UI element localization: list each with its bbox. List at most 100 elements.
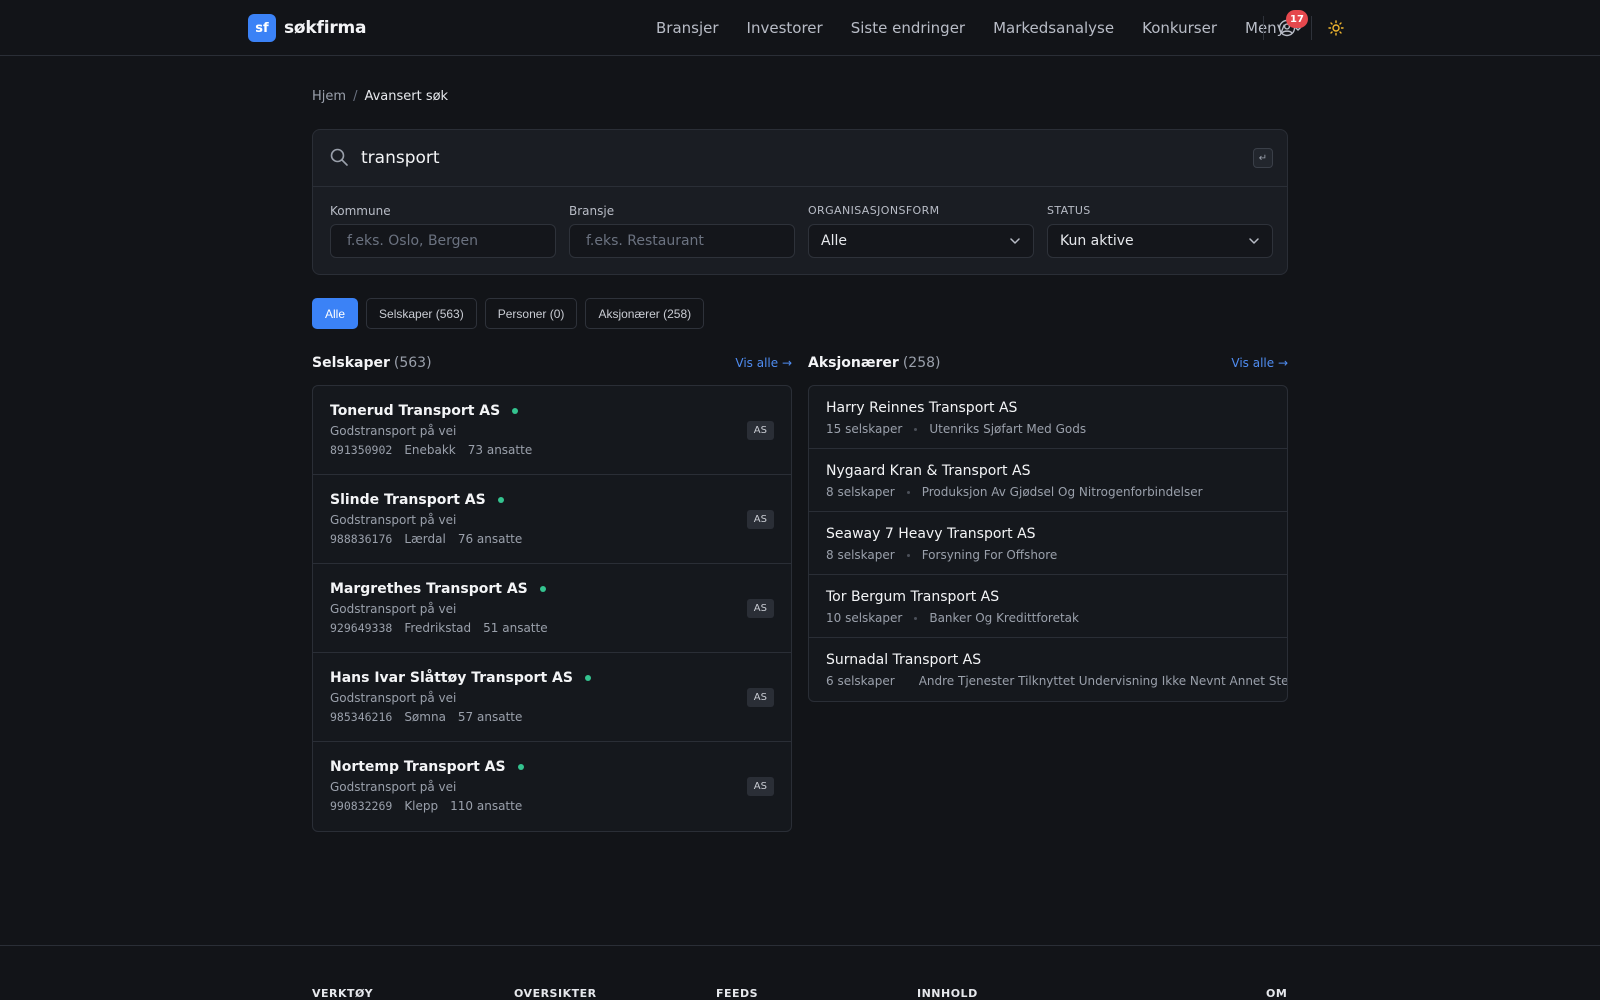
active-status-dot (517, 764, 524, 770)
search-icon (330, 148, 348, 166)
enter-key-hint[interactable]: ↵ (1253, 148, 1273, 168)
search-input[interactable] (361, 144, 1221, 172)
nav-bransjer[interactable]: Bransjer (656, 19, 719, 37)
shareholder-name: Tor Bergum Transport AS (826, 589, 1000, 605)
shareholder-meta: 15 selskaper Utenriks Sjøfart Med Gods (826, 422, 1270, 436)
shareholder-row[interactable]: Tor Bergum Transport AS 10 selskaper Bank… (809, 575, 1287, 638)
footer-heading-feeds: FEEDS (716, 987, 759, 1000)
shareholder-industry: Forsyning For Offshore (921, 548, 1058, 562)
result-tabs: Alle Selskaper (563) Personer (0) Aksjon… (312, 298, 712, 329)
company-type-tag: AS (746, 510, 774, 529)
shareholder-row[interactable]: Harry Reinnes Transport AS 15 selskaper U… (809, 386, 1287, 449)
status-select-value: Kun aktive (1060, 233, 1134, 249)
theme-toggle-button[interactable] (1324, 16, 1348, 40)
company-industry: Godstransport på vei (330, 513, 457, 527)
shareholders-section-header: Aksjonærer (258) Vis alle → (808, 353, 1288, 373)
company-type-tag: AS (746, 599, 774, 618)
company-municipality: Lærdal (404, 532, 446, 546)
filter-kommune: Kommune (330, 204, 556, 258)
active-status-dot (539, 586, 546, 592)
meta-separator-dot (906, 490, 910, 494)
nav-siste-endringer[interactable]: Siste endringer (851, 19, 965, 37)
chevron-down-icon (1010, 238, 1020, 244)
companies-section-title: Selskaper (563) (312, 355, 432, 371)
nav-konkurser[interactable]: Konkurser (1142, 19, 1217, 37)
shareholder-name: Surnadal Transport AS (826, 652, 982, 668)
company-row[interactable]: Tonerud Transport AS Godstransport på ve… (313, 386, 791, 475)
shareholder-meta: 10 selskaper Banker Og Kredittforetak (826, 611, 1270, 625)
nav-divider (1311, 16, 1312, 40)
shareholder-name: Nygaard Kran & Transport AS (826, 463, 1031, 479)
shareholder-row[interactable]: Seaway 7 Heavy Transport AS 8 selskaper F… (809, 512, 1287, 575)
company-name: Margrethes Transport AS (330, 581, 528, 597)
footer: VERKTØY OVERSIKTER FEEDS INNHOLD OM (0, 945, 1600, 1000)
orgform-select[interactable]: Alle (808, 224, 1034, 258)
filter-orgform-label: ORGANISASJONSFORM (808, 204, 940, 217)
tab-aksjonaerer[interactable]: Aksjonærer (258) (585, 298, 705, 329)
shareholder-meta: 8 selskaper Forsyning For Offshore (826, 548, 1270, 562)
company-row[interactable]: Nortemp Transport AS Godstransport på ve… (313, 742, 791, 831)
filter-orgform: ORGANISASJONSFORM Alle (808, 204, 1034, 258)
active-status-dot (497, 497, 504, 503)
company-employees: 76 ansatte (457, 532, 523, 546)
company-row[interactable]: Hans Ivar Slåttøy Transport AS Godstrans… (313, 653, 791, 742)
nav-investorer[interactable]: Investorer (747, 19, 823, 37)
tab-selskaper[interactable]: Selskaper (563) (366, 298, 477, 329)
bransje-input[interactable] (569, 224, 795, 258)
shareholder-industry: Banker Og Kredittforetak (929, 611, 1079, 625)
shareholder-industry: Utenriks Sjøfart Med Gods (929, 422, 1087, 436)
companies-list: Tonerud Transport AS Godstransport på ve… (312, 385, 792, 832)
kommune-input[interactable] (330, 224, 556, 258)
shareholders-title: Aksjonærer (808, 355, 899, 371)
company-name: Hans Ivar Slåttøy Transport AS (330, 670, 573, 686)
company-orgnr: 988836176 (330, 532, 393, 546)
shareholder-name: Seaway 7 Heavy Transport AS (826, 526, 1036, 542)
shareholders-view-all-link[interactable]: Vis alle → (1231, 356, 1288, 370)
shareholder-company-count: 15 selskaper (826, 422, 903, 436)
company-name: Nortemp Transport AS (330, 759, 506, 775)
footer-heading-verktoy: VERKTØY (312, 987, 374, 1000)
active-status-dot (584, 675, 591, 681)
shareholder-meta: 8 selskaper Produksjon Av Gjødsel Og Nitr… (826, 485, 1270, 499)
logo-mark: sf (248, 14, 276, 42)
shareholder-meta: 6 selskaper Andre Tjenester Tilknyttet Un… (826, 674, 1287, 688)
breadcrumb-separator: / (353, 89, 358, 104)
company-meta: 990832269 Klepp 110 ansatte (330, 799, 774, 814)
company-orgnr: 990832269 (330, 799, 393, 813)
company-type-tag: AS (746, 777, 774, 796)
shareholder-company-count: 8 selskaper (826, 485, 895, 499)
search-panel: ↵ Kommune Bransje ORGANISASJONSFORM Alle… (312, 129, 1288, 275)
shareholder-row[interactable]: Nygaard Kran & Transport AS 8 selskaper P… (809, 449, 1287, 512)
company-municipality: Fredrikstad (404, 621, 472, 635)
filter-bransje-label: Bransje (569, 204, 615, 218)
company-municipality: Sømna (404, 710, 446, 724)
companies-section-header: Selskaper (563) Vis alle → (312, 353, 792, 373)
company-row[interactable]: Slinde Transport AS Godstransport på vei… (313, 475, 791, 564)
company-orgnr: 929649338 (330, 621, 393, 635)
breadcrumb-current: Avansert søk (364, 89, 449, 104)
companies-view-all-link[interactable]: Vis alle → (735, 356, 792, 370)
company-employees: 73 ansatte (467, 443, 533, 457)
meta-separator-dot (914, 616, 918, 620)
company-row[interactable]: Margrethes Transport AS Godstransport på… (313, 564, 791, 653)
status-select[interactable]: Kun aktive (1047, 224, 1273, 258)
company-type-tag: AS (746, 421, 774, 440)
brand-name: søkfirma (284, 18, 367, 38)
shareholders-list: Harry Reinnes Transport AS 15 selskaper U… (808, 385, 1288, 702)
shareholder-company-count: 6 selskaper (826, 674, 895, 688)
breadcrumb: Hjem / Avansert søk (312, 89, 448, 104)
filter-bransje: Bransje (569, 204, 795, 258)
brand-logo-link[interactable]: sf søkfirma (248, 14, 366, 42)
tab-personer[interactable]: Personer (0) (484, 298, 578, 329)
footer-heading-innhold: INNHOLD (917, 987, 978, 1000)
breadcrumb-home[interactable]: Hjem (312, 89, 346, 104)
company-orgnr: 891350902 (330, 443, 393, 457)
top-navigation-bar: sf søkfirma Bransjer Investorer Siste en… (0, 0, 1600, 56)
shareholder-company-count: 10 selskaper (826, 611, 903, 625)
nav-markedsanalyse[interactable]: Markedsanalyse (993, 19, 1114, 37)
tab-alle[interactable]: Alle (312, 298, 359, 329)
company-industry: Godstransport på vei (330, 780, 457, 794)
company-municipality: Enebakk (404, 443, 456, 457)
shareholder-row[interactable]: Surnadal Transport AS 6 selskaper Andre T… (809, 638, 1287, 701)
active-status-dot (512, 408, 519, 414)
